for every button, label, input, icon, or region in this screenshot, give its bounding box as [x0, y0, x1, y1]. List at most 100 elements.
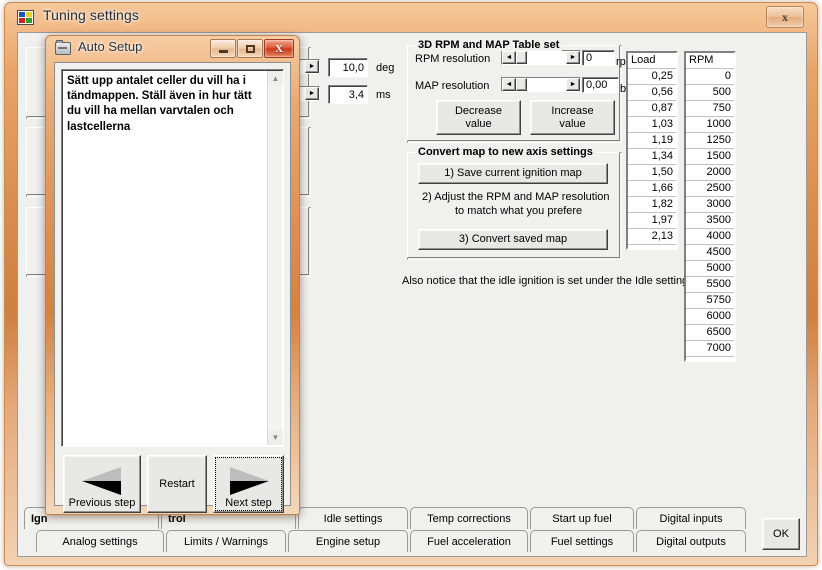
rpm-cell[interactable]: 1500 — [686, 149, 734, 165]
tab-label: Start up fuel — [552, 512, 612, 525]
minimize-icon[interactable] — [210, 39, 236, 58]
slider-right-arrow[interactable]: ► — [566, 51, 580, 64]
auto-setup-titlebar[interactable]: Auto Setup X — [46, 36, 299, 62]
rpm-resolution-slider[interactable]: ◄ ► — [501, 50, 581, 65]
load-cell[interactable]: 1,34 — [628, 149, 676, 165]
rpm-cell[interactable]: 7000 — [686, 341, 734, 357]
rpm-cell[interactable]: 5000 — [686, 261, 734, 277]
restart-label: Restart — [159, 478, 195, 490]
close-icon[interactable]: x — [766, 6, 804, 28]
rpm-cell[interactable]: 2000 — [686, 165, 734, 181]
tab-label: Fuel acceleration — [427, 535, 511, 548]
window-titlebar[interactable]: Tuning settings x — [5, 3, 817, 33]
load-table-body: 0,25 0,56 0,87 1,03 1,19 1,34 1,50 1,66 1,82 1,97… — [628, 69, 676, 245]
next-step-button[interactable]: Next step — [213, 455, 284, 513]
tab-label: Engine setup — [315, 535, 381, 548]
maximize-icon[interactable] — [237, 39, 263, 58]
map-resolution-value[interactable]: 0,00 — [582, 77, 619, 93]
tab-limits-warnings[interactable]: Limits / Warnings — [166, 530, 286, 552]
tab-digital-outputs[interactable]: Digital outputs — [636, 530, 746, 552]
load-table[interactable]: Load 0,25 0,56 0,87 1,03 1,19 1,34 1,50 1,66 1,8… — [626, 51, 678, 250]
increase-value-button[interactable]: Increase value — [530, 100, 615, 135]
load-cell[interactable]: 0,87 — [628, 101, 676, 117]
rpm-cell[interactable]: 5500 — [686, 277, 734, 293]
previous-step-button[interactable]: Previous step — [63, 455, 141, 513]
rpm-cell[interactable]: 750 — [686, 101, 734, 117]
app-icon — [17, 10, 34, 25]
previous-step-label: Previous step — [68, 497, 136, 509]
convert-step2-line1: 2) Adjust the RPM and MAP resolution — [422, 191, 610, 203]
instruction-textbox[interactable]: Sätt upp antalet celler du vill ha i tän… — [61, 69, 284, 447]
tab-fuel-acceleration[interactable]: Fuel acceleration — [410, 530, 528, 552]
table-set-group-title: 3D RPM and MAP Table set — [415, 39, 563, 51]
slider-right-arrow[interactable]: ► — [566, 78, 580, 91]
slider-left-arrow[interactable]: ◄ — [502, 78, 516, 91]
rpm-cell[interactable]: 3500 — [686, 213, 734, 229]
close-icon[interactable]: X — [264, 39, 294, 58]
rpm-cell[interactable]: 1250 — [686, 133, 734, 149]
tab-label: Digital outputs — [656, 535, 726, 548]
tab-fuel-settings[interactable]: Fuel settings — [530, 530, 634, 552]
folder-icon — [55, 40, 71, 55]
slider-right-arrow[interactable]: ► — [305, 87, 319, 100]
timing-unit-1: deg — [376, 62, 395, 74]
load-cell[interactable]: 1,03 — [628, 117, 676, 133]
rpm-cell[interactable]: 6000 — [686, 309, 734, 325]
convert-step2-line2: to match what you prefere — [455, 205, 583, 217]
tab-temp-corrections[interactable]: Temp corrections — [410, 507, 528, 529]
rpm-resolution-label: RPM resolution — [415, 53, 491, 65]
slider-right-arrow[interactable]: ► — [305, 60, 319, 73]
load-cell[interactable]: 1,97 — [628, 213, 676, 229]
rpm-cell[interactable]: 1000 — [686, 117, 734, 133]
rpm-cell[interactable]: 4000 — [686, 229, 734, 245]
load-cell[interactable]: 0,56 — [628, 85, 676, 101]
timing-value-field-1[interactable]: 10,0 — [328, 58, 368, 77]
rpm-cell[interactable]: 0 — [686, 69, 734, 85]
timing-unit-2: ms — [376, 89, 391, 101]
instruction-text: Sätt upp antalet celler du vill ha i tän… — [67, 75, 252, 133]
left-arrow-icon — [82, 467, 121, 495]
tab-label: Ign — [31, 512, 48, 525]
rpm-resolution-value[interactable]: 0 — [582, 50, 615, 66]
load-cell[interactable]: 1,50 — [628, 165, 676, 181]
load-cell[interactable]: 0,25 — [628, 69, 676, 85]
ok-button[interactable]: OK — [762, 518, 800, 550]
rpm-cell[interactable]: 4500 — [686, 245, 734, 261]
tab-analog-settings[interactable]: Analog settings — [36, 530, 164, 552]
decrease-value-button[interactable]: Decrease value — [436, 100, 521, 135]
scroll-down-icon[interactable]: ▼ — [268, 430, 283, 445]
tab-label: Analog settings — [62, 535, 138, 548]
right-arrow-icon — [229, 467, 269, 495]
load-cell[interactable]: 1,82 — [628, 197, 676, 213]
slider-thumb[interactable] — [516, 51, 527, 64]
map-resolution-slider[interactable]: ◄ ► — [501, 77, 581, 92]
tab-label: Temp corrections — [427, 512, 511, 525]
load-cell[interactable]: 1,19 — [628, 133, 676, 149]
slider-left-arrow[interactable]: ◄ — [502, 51, 516, 64]
load-cell[interactable]: 2,13 — [628, 229, 676, 245]
vertical-scrollbar[interactable]: ▲ ▼ — [267, 71, 283, 445]
load-table-header: Load — [628, 53, 676, 69]
tab-digital-inputs[interactable]: Digital inputs — [636, 507, 746, 529]
auto-setup-dialog: Auto Setup X Sätt upp antalet celler du … — [45, 35, 300, 515]
rpm-cell[interactable]: 5750 — [686, 293, 734, 309]
auto-setup-client: Sätt upp antalet celler du vill ha i tän… — [54, 62, 291, 513]
page-title: Tuning settings — [43, 7, 139, 23]
load-cell[interactable]: 1,66 — [628, 181, 676, 197]
tab-start-up-fuel[interactable]: Start up fuel — [530, 507, 634, 529]
rpm-table-body: 0 500 750 1000 1250 1500 2000 2500 3000 3500 4000 4… — [686, 69, 734, 357]
rpm-cell[interactable]: 6500 — [686, 325, 734, 341]
rpm-cell[interactable]: 500 — [686, 85, 734, 101]
timing-value-field-2[interactable]: 3,4 — [328, 85, 368, 104]
scroll-up-icon[interactable]: ▲ — [268, 71, 283, 86]
tab-idle-settings[interactable]: Idle settings — [298, 507, 408, 529]
convert-saved-map-button[interactable]: 3) Convert saved map — [418, 229, 608, 250]
rpm-table[interactable]: RPM 0 500 750 1000 1250 1500 2000 2500 3000 3500 4… — [684, 51, 736, 362]
restart-button[interactable]: Restart — [147, 455, 207, 513]
tab-label: Idle settings — [323, 512, 383, 525]
slider-thumb[interactable] — [516, 78, 527, 91]
save-ignition-map-button[interactable]: 1) Save current ignition map — [418, 163, 608, 184]
tab-engine-setup[interactable]: Engine setup — [288, 530, 408, 552]
rpm-cell[interactable]: 3000 — [686, 197, 734, 213]
rpm-cell[interactable]: 2500 — [686, 181, 734, 197]
